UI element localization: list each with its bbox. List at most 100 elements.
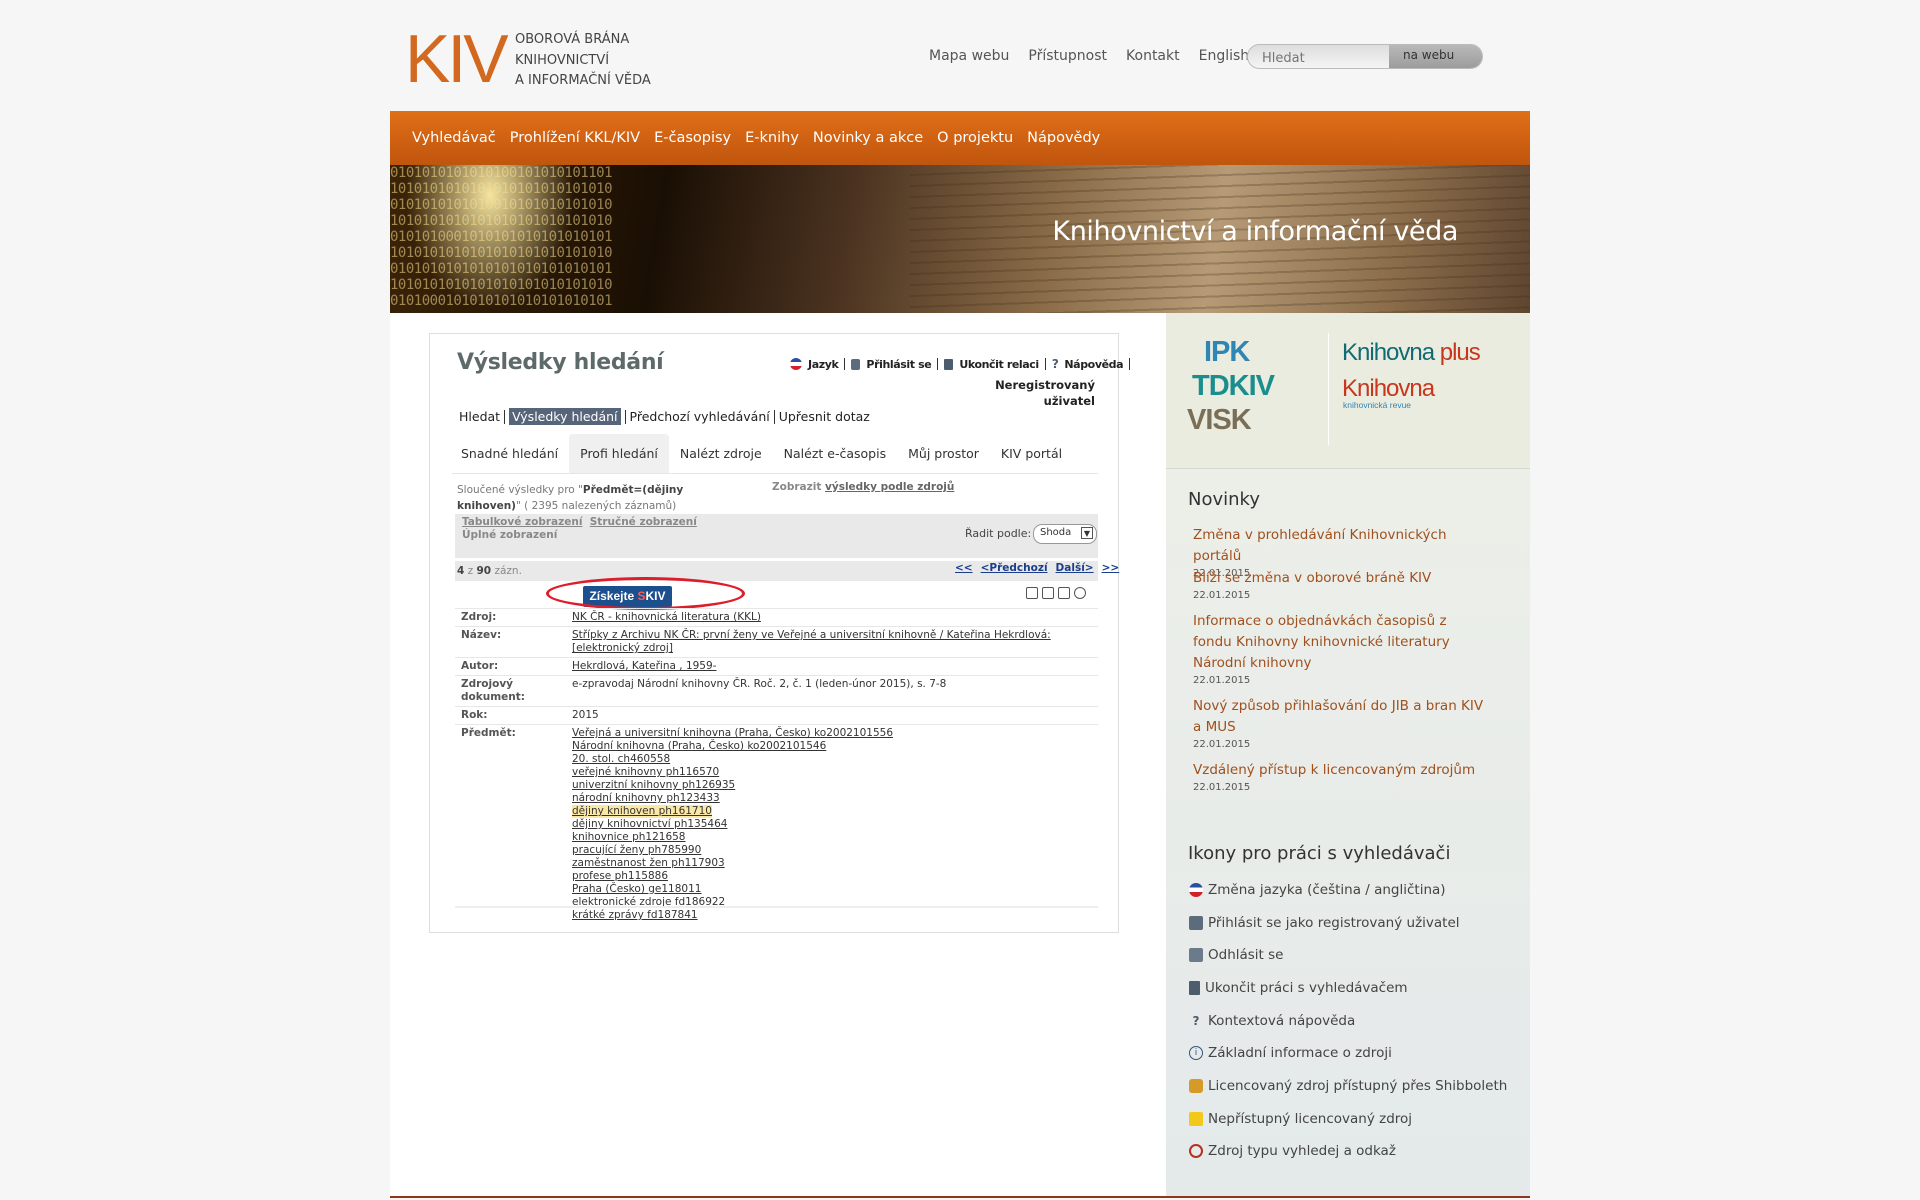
lock-icon: [851, 358, 861, 370]
subject-link[interactable]: profese ph115886: [572, 870, 1098, 883]
subject-link[interactable]: krátké zprávy fd187841: [572, 909, 1098, 922]
news-date: 22.01.2015: [1193, 782, 1251, 793]
icon-legend-label: Kontextová nápověda: [1208, 1013, 1356, 1029]
email-icon[interactable]: [1042, 587, 1054, 599]
basket-icon[interactable]: [1074, 587, 1086, 599]
tab-advanced-search[interactable]: Profi hledání: [569, 434, 669, 474]
logo-visk[interactable]: VISK: [1187, 404, 1252, 437]
page-title: Výsledky hledání: [457, 350, 664, 375]
language-link[interactable]: Jazyk: [808, 358, 839, 371]
search-button[interactable]: na webu: [1389, 45, 1482, 68]
subject-link[interactable]: Veřejná a universitní knihovna (Praha, Č…: [572, 727, 1098, 740]
subject-link[interactable]: Praha (Česko) ge118011: [572, 883, 1098, 896]
pager-first[interactable]: <<: [955, 562, 973, 574]
source-doc-value: e-zpravodaj Národní knihovny ČR. Roč. 2,…: [572, 678, 947, 690]
sort-select[interactable]: Shoda ▼: [1033, 524, 1097, 544]
title-link[interactable]: Střípky z Archivu NK ČR: první ženy ve V…: [572, 629, 1098, 655]
user-status-line: Neregistrovaný: [995, 378, 1095, 392]
detail-icon[interactable]: [1026, 587, 1038, 599]
flag-icon: [790, 358, 802, 370]
icon-legend-item: Zdroj typu vyhledej a odkaž: [1189, 1143, 1396, 1159]
link-contact[interactable]: Kontakt: [1126, 48, 1180, 64]
link-accessibility[interactable]: Přístupnost: [1028, 48, 1107, 64]
logo-knihovna-revue[interactable]: Knihovna: [1342, 375, 1435, 403]
news-link[interactable]: Vzdálený přístup k licencovaným zdrojům: [1193, 760, 1493, 781]
subject-link[interactable]: knihovnice ph121658: [572, 831, 1098, 844]
link-english[interactable]: English: [1199, 48, 1250, 64]
news-link[interactable]: Nový způsob přihlašování do JIB a bran K…: [1193, 696, 1493, 738]
subnav-previous[interactable]: Předchozí vyhledávání: [630, 409, 770, 424]
tab-find-sources[interactable]: Nalézt zdroje: [669, 434, 773, 474]
nav-item-ecasopisy[interactable]: E-časopisy: [654, 130, 731, 146]
news-link[interactable]: Blíží se změna v oborové bráně KIV: [1193, 568, 1493, 589]
login-link[interactable]: Přihlásit se: [866, 358, 931, 371]
pager-last[interactable]: >>: [1102, 562, 1120, 574]
author-link[interactable]: Hekrdlová, Kateřina , 1959-: [572, 660, 1098, 673]
pager-prev[interactable]: <Předchozí: [981, 562, 1048, 574]
subject-link[interactable]: 20. stol. ch460558: [572, 753, 1098, 766]
help-link[interactable]: Nápověda: [1064, 358, 1123, 371]
logo-plus-text: plus: [1439, 339, 1481, 366]
brief-view-link[interactable]: Stručné zobrazení: [590, 516, 697, 528]
show-label: Zobrazit: [772, 481, 822, 493]
icon-legend-item: Licencovaný zdroj přístupný přes Shibbol…: [1189, 1078, 1507, 1094]
subject-link[interactable]: zaměstnanost žen ph117903: [572, 857, 1098, 870]
subnav-results[interactable]: Výsledky hledání: [509, 408, 621, 425]
record-detail: Zdroj: NK ČR - knihovnická literatura (K…: [455, 608, 1098, 924]
subnav-search[interactable]: Hledat: [459, 409, 500, 424]
logo-knihovna-plus[interactable]: Knihovna plus: [1342, 339, 1481, 367]
subject-link[interactable]: univerzitní knihovny ph126935: [572, 779, 1098, 792]
subject-link[interactable]: pracující ženy ph785990: [572, 844, 1098, 857]
logo-line: a informační věda: [515, 73, 651, 88]
subject-list: Veřejná a universitní knihovna (Praha, Č…: [572, 727, 1098, 922]
news-item: Vzdálený přístup k licencovaným zdrojům …: [1193, 760, 1493, 795]
site-logo[interactable]: KIV Oborová brána knihovnictví a informa…: [405, 25, 651, 93]
icon-legend-item: Nepřístupný licencovaný zdroj: [1189, 1111, 1412, 1127]
subject-link[interactable]: veřejné knihovny ph116570: [572, 766, 1098, 779]
nav-item-prohlizeni[interactable]: Prohlížení KKL/KIV: [510, 130, 640, 146]
nav-item-napovedy[interactable]: Nápovědy: [1027, 130, 1100, 146]
logo-ipk[interactable]: IPK: [1204, 336, 1250, 369]
link-site-map[interactable]: Mapa webu: [929, 48, 1009, 64]
icon-legend-label: Nepřístupný licencovaný zdroj: [1208, 1111, 1413, 1127]
tab-my-space[interactable]: Můj prostor: [897, 434, 990, 474]
icon-legend-item: Změna jazyka (čeština / angličtina): [1189, 882, 1446, 898]
news-link[interactable]: Změna v prohledávání Knihovnických portá…: [1193, 525, 1493, 567]
results-by-source-link[interactable]: výsledky podle zdrojů: [825, 481, 954, 493]
tab-kiv-portal[interactable]: KIV portál: [990, 434, 1073, 474]
subject-link[interactable]: dějiny knihoven ph161710: [572, 805, 712, 818]
save-icon[interactable]: [1058, 587, 1070, 599]
user-status: Neregistrovaný uživatel: [980, 377, 1095, 409]
merged-text: Sloučené výsledky pro ": [457, 484, 583, 496]
news-link[interactable]: Informace o objednávkách časopisů z fond…: [1193, 611, 1483, 674]
source-link[interactable]: NK ČR - knihovnická literatura (KKL): [572, 611, 1098, 624]
subject-link[interactable]: národní knihovny ph123433: [572, 792, 1098, 805]
record-total: 90: [476, 565, 492, 577]
nav-item-eknihy[interactable]: E-knihy: [745, 130, 799, 146]
logo-revue-sub: knihovnická revue: [1343, 400, 1412, 410]
session-links: Jazyk Přihlásit se Ukončit relaci ? Nápo…: [790, 357, 1131, 371]
pager-next[interactable]: Další>: [1056, 562, 1094, 574]
tab-simple-search[interactable]: Snadné hledání: [450, 434, 569, 474]
field-label: Zdrojový dokument:: [461, 678, 525, 703]
lock-icon: [1189, 916, 1203, 930]
subject-link[interactable]: dějiny knihovnictví ph135464: [572, 818, 1098, 831]
icon-legend-item: Přihlásit se jako registrovaný uživatel: [1189, 915, 1460, 931]
logo-line: knihovnictví: [515, 52, 610, 68]
end-session-link[interactable]: Ukončit relaci: [959, 358, 1039, 371]
field-label: Zdroj:: [461, 611, 497, 623]
logo-tdkiv[interactable]: TDKIV: [1192, 370, 1275, 403]
field-label: Název:: [461, 629, 502, 641]
nav-item-o-projektu[interactable]: O projektu: [937, 130, 1013, 146]
news-date: 22.01.2015: [1193, 739, 1251, 750]
tab-find-ejournal[interactable]: Nalézt e-časopis: [773, 434, 897, 474]
subject-link[interactable]: Národní knihovna (Praha, Česko) ko200210…: [572, 740, 1098, 753]
question-icon: ?: [1192, 1014, 1200, 1028]
nav-item-novinky[interactable]: Novinky a akce: [813, 130, 923, 146]
icon-legend-label: Odhlásit se: [1208, 947, 1284, 963]
table-view-link[interactable]: Tabulkové zobrazení: [462, 516, 582, 528]
view-links: Tabulkové zobrazení Stručné zobrazení Úp…: [462, 516, 697, 542]
icon-legend-item: Ukončit práci s vyhledávačem: [1189, 980, 1408, 996]
nav-item-vyhledavac[interactable]: Vyhledávač: [412, 130, 496, 146]
subnav-refine[interactable]: Upřesnit dotaz: [779, 409, 870, 424]
